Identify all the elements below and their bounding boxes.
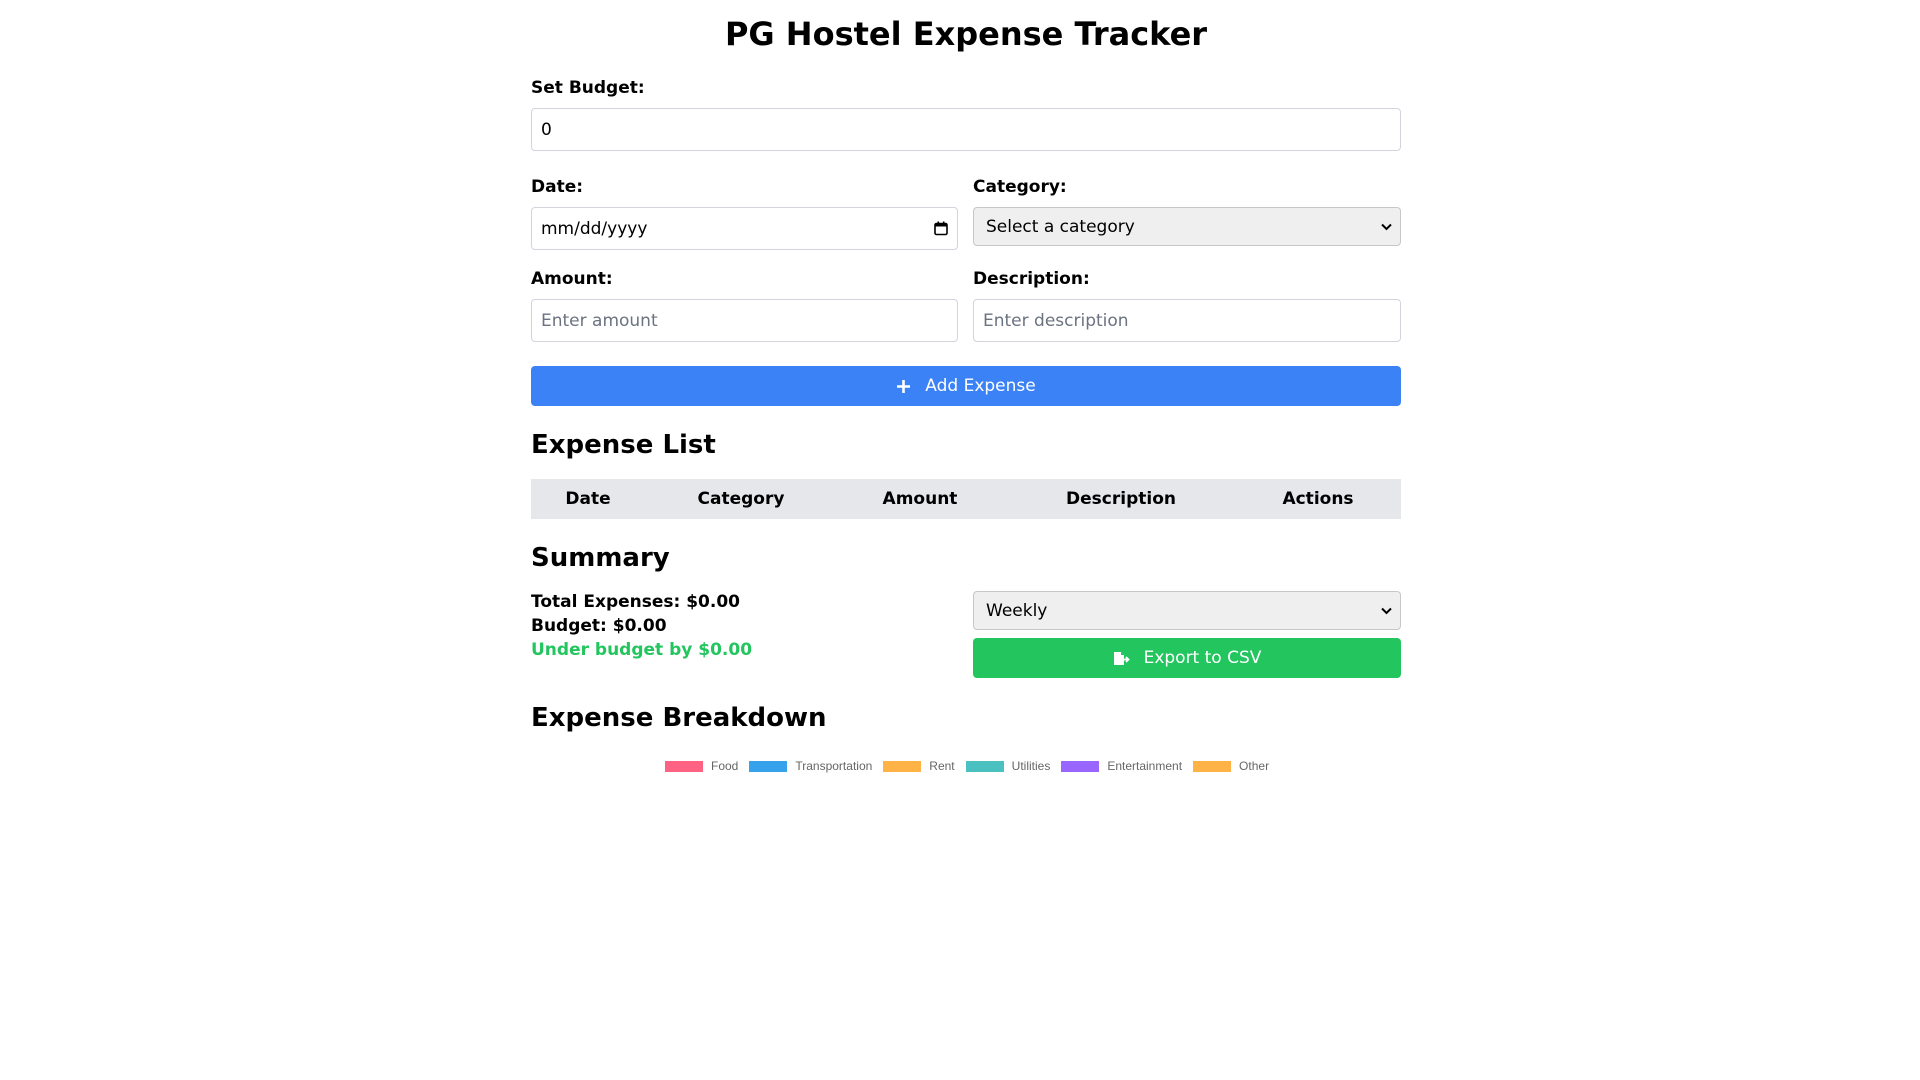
period-selected-value: Weekly <box>986 600 1048 621</box>
legend-swatch <box>665 760 703 772</box>
period-select[interactable]: Weekly <box>973 591 1401 630</box>
budget-input[interactable] <box>541 119 1391 140</box>
total-expenses: Total Expenses: $0.00 <box>531 592 740 612</box>
legend-label: Entertainment <box>1107 759 1183 773</box>
description-label: Description: <box>973 269 1090 289</box>
expense-list-title: Expense List <box>531 430 716 460</box>
calendar-icon[interactable] <box>934 221 948 236</box>
budget-status: Under budget by $0.00 <box>531 640 753 660</box>
column-header-date: Date <box>565 489 611 509</box>
add-expense-button[interactable]: Add Expense <box>531 366 1401 406</box>
category-label: Category: <box>973 177 1067 197</box>
export-csv-label: Export to CSV <box>1143 648 1262 668</box>
legend-item-utilities[interactable]: Utilities <box>965 759 1051 773</box>
budget-label: Set Budget: <box>531 78 645 98</box>
column-header-description: Description <box>1066 489 1176 509</box>
legend-item-rent[interactable]: Rent <box>883 759 955 773</box>
legend-item-other[interactable]: Other <box>1193 759 1269 773</box>
legend-swatch <box>1193 760 1232 772</box>
legend-label: Food <box>711 759 739 773</box>
expense-table-header: Date Category Amount Description Actions <box>531 479 1401 519</box>
column-header-actions: Actions <box>1282 489 1354 509</box>
budget-field[interactable] <box>531 108 1401 151</box>
budget-summary: Budget: $0.00 <box>531 616 667 636</box>
chevron-down-icon <box>1380 605 1392 617</box>
legend-swatch <box>965 760 1004 772</box>
amount-input[interactable] <box>541 310 948 331</box>
breakdown-title: Expense Breakdown <box>531 703 827 733</box>
legend-item-entertainment[interactable]: Entertainment <box>1061 759 1182 773</box>
add-expense-label: Add Expense <box>925 376 1036 396</box>
legend-item-food[interactable]: Food <box>665 759 738 773</box>
legend-label: Rent <box>929 759 955 773</box>
date-field[interactable]: mm/dd/yyyy <box>531 207 958 250</box>
description-field[interactable] <box>973 299 1401 342</box>
legend-swatch <box>749 760 788 772</box>
date-label: Date: <box>531 177 584 197</box>
plus-icon <box>896 379 911 394</box>
legend-label: Utilities <box>1011 759 1051 773</box>
file-export-icon <box>1113 651 1130 666</box>
legend-swatch <box>1061 760 1100 772</box>
legend-label: Other <box>1239 759 1270 773</box>
description-input[interactable] <box>983 310 1391 331</box>
date-placeholder: mm/dd/yyyy <box>541 218 648 239</box>
category-select[interactable]: Select a category <box>973 207 1401 246</box>
column-header-amount: Amount <box>882 489 958 509</box>
amount-field[interactable] <box>531 299 958 342</box>
page-title: PG Hostel Expense Tracker <box>724 15 1208 53</box>
amount-label: Amount: <box>531 269 613 289</box>
column-header-category: Category <box>697 489 785 509</box>
legend-item-transportation[interactable]: Transportation <box>749 759 872 773</box>
summary-title: Summary <box>531 543 670 573</box>
legend-label: Transportation <box>795 759 873 773</box>
chevron-down-icon <box>1380 221 1392 233</box>
export-csv-button[interactable]: Export to CSV <box>973 638 1401 678</box>
chart-legend: Food Transportation Rent Utilities Enter… <box>665 758 1280 774</box>
category-selected-value: Select a category <box>986 216 1135 237</box>
legend-swatch <box>883 760 922 772</box>
